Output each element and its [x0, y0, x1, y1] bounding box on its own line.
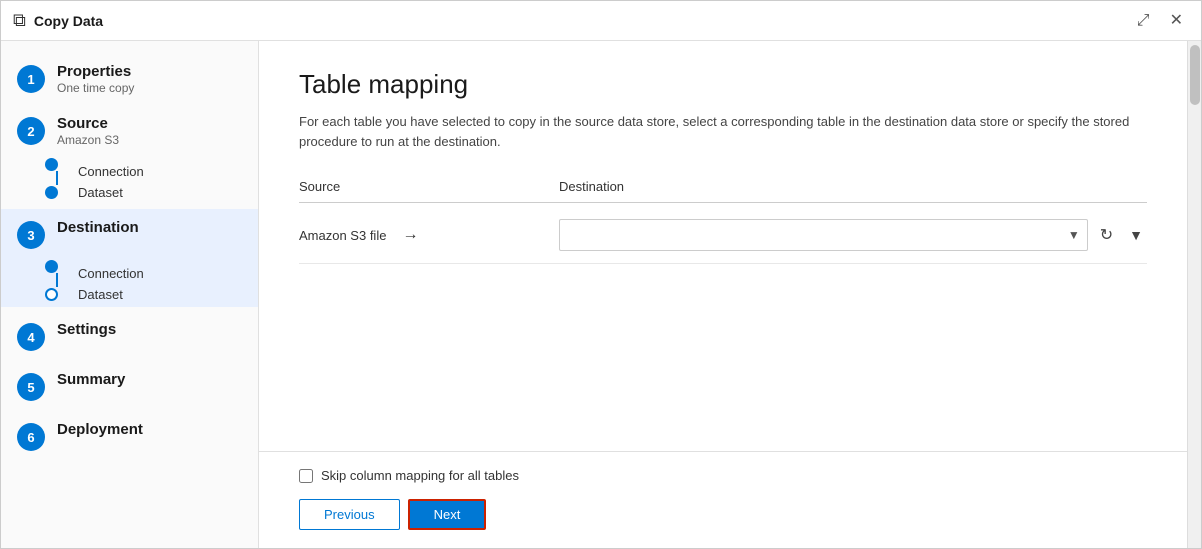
skip-row: Skip column mapping for all tables: [299, 468, 1147, 483]
step-circle-4: 4: [17, 323, 45, 351]
step-label-deployment: Deployment: [57, 421, 143, 438]
dest-connection-label[interactable]: Connection: [78, 266, 144, 281]
step-label-destination: Destination: [57, 219, 139, 236]
page-description: For each table you have selected to copy…: [299, 112, 1147, 151]
sidebar-item-settings[interactable]: 4 Settings: [1, 311, 258, 361]
window-controls: ⤢ ✕: [1131, 11, 1189, 31]
content-area: Table mapping For each table you have se…: [259, 41, 1187, 548]
source-connection-dot: [45, 158, 58, 171]
source-dataset-dot: [45, 186, 58, 199]
scrollbar-thumb[interactable]: [1190, 45, 1200, 105]
step-title-destination: Destination: [57, 219, 139, 236]
header-source: Source: [299, 179, 559, 194]
copy-data-window: ⧉ Copy Data ⤢ ✕ 1 Properties One time co…: [0, 0, 1202, 549]
expand-button[interactable]: ▼: [1125, 223, 1147, 247]
sidebar: 1 Properties One time copy 2 Source Amaz…: [1, 41, 259, 548]
step-circle-6: 6: [17, 423, 45, 451]
step-title-settings: Settings: [57, 321, 116, 338]
sidebar-item-deployment[interactable]: 6 Deployment: [1, 411, 258, 461]
refresh-button[interactable]: ↻: [1096, 221, 1117, 249]
step-title-summary: Summary: [57, 371, 125, 388]
previous-button[interactable]: Previous: [299, 499, 400, 530]
title-bar: ⧉ Copy Data ⤢ ✕: [1, 1, 1201, 41]
step-circle-1: 1: [17, 65, 45, 93]
skip-column-mapping-checkbox[interactable]: [299, 469, 313, 483]
content-footer: Skip column mapping for all tables Previ…: [259, 451, 1187, 548]
step-label-source: Source Amazon S3: [57, 115, 119, 147]
header-destination: Destination: [559, 179, 1147, 194]
dest-cell: ▼ ↻ ▼: [559, 219, 1147, 251]
mapping-header: Source Destination: [299, 179, 1147, 203]
arrow-icon: →: [402, 226, 418, 244]
sidebar-item-destination[interactable]: 3 Destination: [1, 209, 258, 259]
source-cell: Amazon S3 file →: [299, 226, 559, 244]
sidebar-group-destination: 3 Destination Connection: [1, 209, 258, 307]
step-circle-5: 5: [17, 373, 45, 401]
scrollbar: [1187, 41, 1201, 548]
next-button[interactable]: Next: [408, 499, 487, 530]
sidebar-item-summary[interactable]: 5 Summary: [1, 361, 258, 411]
button-row: Previous Next: [299, 499, 1147, 530]
step-title-source: Source: [57, 115, 119, 132]
page-title: Table mapping: [299, 69, 1147, 100]
sidebar-group-source: 2 Source Amazon S3 Connection: [1, 105, 258, 205]
source-dataset-label[interactable]: Dataset: [78, 185, 123, 200]
maximize-button[interactable]: ⤢: [1131, 11, 1156, 31]
dest-connection-dot: [45, 260, 58, 273]
dest-dataset-dot: [45, 288, 58, 301]
mapping-row: Amazon S3 file → ▼ ↻ ▼: [299, 207, 1147, 264]
step-title-properties: Properties: [57, 63, 134, 80]
source-connection-label[interactable]: Connection: [78, 164, 144, 179]
step-subtitle-source: Amazon S3: [57, 133, 119, 147]
step-circle-3: 3: [17, 221, 45, 249]
step-subtitle-properties: One time copy: [57, 81, 134, 95]
sidebar-item-source[interactable]: 2 Source Amazon S3: [1, 105, 258, 157]
step-circle-2: 2: [17, 117, 45, 145]
close-button[interactable]: ✕: [1164, 11, 1189, 31]
window-title: Copy Data: [34, 13, 1131, 29]
dest-table-select[interactable]: [559, 219, 1088, 251]
step-title-deployment: Deployment: [57, 421, 143, 438]
step-label-summary: Summary: [57, 371, 125, 388]
dest-dropdown-wrapper: ▼: [559, 219, 1088, 251]
dest-dataset-label[interactable]: Dataset: [78, 287, 123, 302]
main-content: 1 Properties One time copy 2 Source Amaz…: [1, 41, 1201, 548]
step-label-settings: Settings: [57, 321, 116, 338]
step-label-properties: Properties One time copy: [57, 63, 134, 95]
sidebar-item-properties[interactable]: 1 Properties One time copy: [1, 53, 258, 105]
source-table-name: Amazon S3 file: [299, 228, 386, 243]
skip-column-mapping-label: Skip column mapping for all tables: [321, 468, 519, 483]
content-body: Table mapping For each table you have se…: [259, 41, 1187, 451]
copy-data-icon: ⧉: [13, 10, 26, 31]
